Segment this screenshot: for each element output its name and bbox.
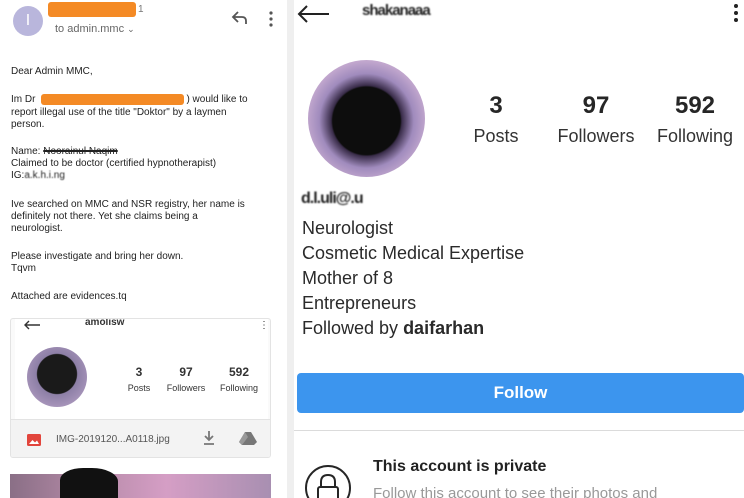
email-name-line: Name: Noorainul Naqim <box>11 146 118 158</box>
instagram-profile-panel: shakanaaa 3 Posts 97 Followers 592 Followin… <box>294 0 744 498</box>
redaction-blot <box>60 468 118 498</box>
preview-avatar <box>27 347 87 407</box>
section-divider <box>294 430 744 431</box>
email-greeting: Dear Admin MMC, <box>11 66 93 77</box>
email-intro-line3: person. <box>11 119 45 130</box>
email-attached-line: Attached are evidences.tq <box>11 291 127 302</box>
more-options-icon[interactable] <box>733 3 739 23</box>
private-account-subtitle: Follow this account to see their photos … <box>373 485 658 498</box>
preview-stat-posts: 3 Posts <box>117 365 161 393</box>
preview-stat-label: Following <box>219 383 259 393</box>
ig-label: IG: <box>11 170 25 181</box>
stat-followers[interactable]: 97 Followers <box>552 92 640 147</box>
stat-posts-value: 3 <box>489 92 503 119</box>
stat-followers-value: 97 <box>582 92 610 119</box>
bio-line: Entrepreneurs <box>302 293 417 313</box>
intro-prefix: Im Dr <box>11 94 36 106</box>
name-value-struck: Noorainul Naqim <box>43 146 118 157</box>
second-attachment-thumbnail[interactable] <box>10 474 271 498</box>
chevron-down-icon[interactable]: ⌄ <box>127 24 135 34</box>
attachment-preview[interactable]: amolisw ⋮ 3 Posts 97 Followers 592 Followin… <box>15 318 269 419</box>
email-signoff: Tqvm <box>11 263 36 274</box>
stat-following-value: 592 <box>674 92 716 119</box>
private-account-title: This account is private <box>373 458 547 475</box>
profile-username-obscured: shakanaaa <box>362 2 431 19</box>
preview-stat-followers: 97 Followers <box>161 365 211 393</box>
preview-more-icon: ⋮ <box>259 320 269 331</box>
stat-posts-label: Posts <box>473 126 519 146</box>
email-intro-line2: report illegal use of the title "Doktor"… <box>11 107 227 118</box>
stat-following-label: Following <box>656 126 734 146</box>
follow-button[interactable]: Follow <box>297 373 744 413</box>
ig-handle-obscured: a.k.h.i.ng <box>24 170 65 181</box>
stat-followers-label: Followers <box>557 126 635 146</box>
followed-by-line[interactable]: Followed by daifarhan <box>302 318 484 339</box>
attachment-file-name: IMG-2019120...A0118.jpg <box>56 434 170 445</box>
recipient-text: to admin.mmc <box>55 23 125 35</box>
recipient-line[interactable]: to admin.mmc ⌄ <box>55 23 135 35</box>
bio-line: Neurologist <box>302 218 394 238</box>
email-ig-line: IG:a.k.h.i.ng <box>11 170 65 182</box>
lock-icon <box>305 465 351 498</box>
panel-divider <box>287 0 294 498</box>
email-panel: I 1 to admin.mmc ⌄ Dear Admin MMC, Im Dr)… <box>0 0 287 498</box>
sender-suffix: 1 <box>138 4 144 15</box>
preview-stat-value: 592 <box>228 365 250 379</box>
profile-avatar[interactable] <box>308 60 425 177</box>
bio-line: Mother of 8 <box>302 268 394 288</box>
redacted-doctor-name <box>41 94 185 105</box>
email-investigate-line: Please investigate and bring her down. <box>11 251 184 262</box>
sender-avatar-letter: I <box>25 12 31 29</box>
download-icon[interactable] <box>202 430 216 446</box>
sender-avatar[interactable]: I <box>13 6 43 36</box>
name-label: Name: <box>11 146 41 157</box>
redacted-sender-name <box>48 2 136 17</box>
image-file-icon <box>27 434 41 446</box>
email-intro-line1: Im Dr ) would like to <box>11 94 248 106</box>
profile-display-name-obscured: d.l.uli@.u <box>301 190 364 207</box>
drive-icon[interactable] <box>239 431 257 446</box>
followed-by-prefix: Followed by <box>302 318 404 338</box>
preview-username: amolisw <box>85 318 125 328</box>
preview-stat-label: Followers <box>166 383 206 393</box>
preview-stat-value: 97 <box>179 365 193 379</box>
email-searched-line1: Ive searched on MMC and NSR registry, he… <box>11 199 245 210</box>
intro-suffix: ) would like to <box>186 94 248 106</box>
email-claim-line: Claimed to be doctor (certified hypnothe… <box>11 158 217 169</box>
email-searched-line3: neurologist. <box>11 223 63 234</box>
reply-icon[interactable] <box>230 8 250 28</box>
back-arrow-icon[interactable] <box>296 4 330 24</box>
bio-line: Cosmetic Medical Expertise <box>302 243 525 263</box>
preview-stat-following: 592 Following <box>213 365 265 393</box>
more-options-icon[interactable] <box>268 10 274 28</box>
preview-stat-value: 3 <box>135 365 143 379</box>
email-searched-line2: definitely not there. Yet she claims bei… <box>11 211 198 222</box>
back-arrow-icon <box>24 320 40 330</box>
attachment-card[interactable]: amolisw ⋮ 3 Posts 97 Followers 592 Followin… <box>10 318 271 458</box>
attachment-file-row[interactable]: IMG-2019120...A0118.jpg <box>11 419 270 457</box>
preview-stat-label: Posts <box>127 383 151 393</box>
stat-posts[interactable]: 3 Posts <box>468 92 524 147</box>
followed-by-user[interactable]: daifarhan <box>403 318 484 338</box>
stat-following[interactable]: 592 Following <box>650 92 740 147</box>
